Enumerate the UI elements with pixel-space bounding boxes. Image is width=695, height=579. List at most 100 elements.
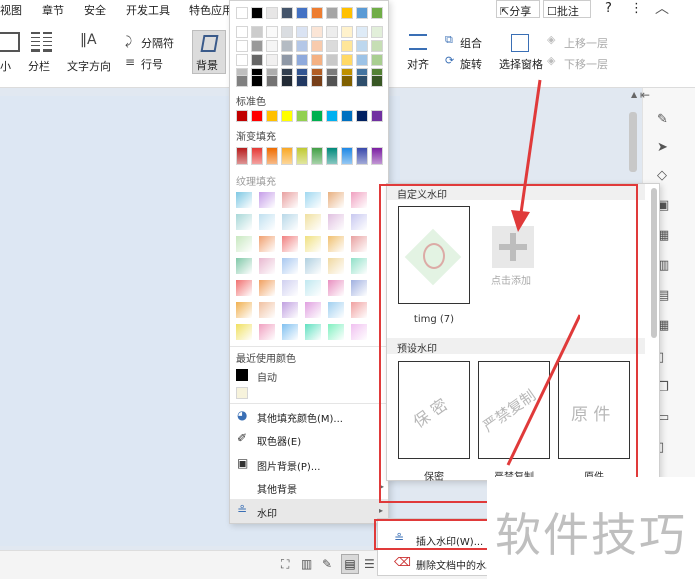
standard-color-swatch[interactable] <box>326 110 338 122</box>
vertical-scrollbar[interactable] <box>629 112 637 172</box>
page-view-icon[interactable]: ▤ <box>341 554 359 574</box>
gradient-preset-swatch[interactable] <box>328 324 344 340</box>
theme-color-swatch[interactable] <box>266 40 278 52</box>
gradient-preset-swatch[interactable] <box>305 192 321 208</box>
standard-color-swatch[interactable] <box>266 110 278 122</box>
shapes-icon[interactable]: ◇ <box>657 168 667 183</box>
gradient-preset-swatch[interactable] <box>259 324 275 340</box>
standard-color-swatch[interactable] <box>356 110 368 122</box>
gradient-preset-swatch[interactable] <box>282 324 298 340</box>
comment-button[interactable]: ☐批注 <box>543 0 591 18</box>
gradient-preset-swatch[interactable] <box>328 214 344 230</box>
group-button[interactable]: 组合 <box>460 35 482 51</box>
theme-color-swatch[interactable] <box>356 26 368 38</box>
gradient-preset-swatch[interactable] <box>328 258 344 274</box>
theme-color-swatch[interactable] <box>356 7 368 19</box>
theme-color-swatch[interactable] <box>281 54 293 66</box>
theme-color-swatch[interactable] <box>311 75 323 87</box>
collapse-panel-icon[interactable]: ⇤ <box>640 88 650 102</box>
read-mode-icon[interactable]: ▥ <box>301 557 312 571</box>
gradient-preset-swatch[interactable] <box>282 214 298 230</box>
theme-color-swatch[interactable] <box>251 75 263 87</box>
theme-color-swatch[interactable] <box>296 7 308 19</box>
gradient-fill-swatch[interactable] <box>236 147 248 165</box>
theme-color-swatch[interactable] <box>326 40 338 52</box>
recent-color-cream[interactable] <box>236 387 248 399</box>
theme-color-swatch[interactable] <box>266 75 278 87</box>
theme-color-swatch[interactable] <box>236 75 248 87</box>
size-button[interactable]: 小 <box>0 58 11 74</box>
theme-color-swatch[interactable] <box>341 26 353 38</box>
theme-color-swatch[interactable] <box>281 40 293 52</box>
gradient-preset-swatch[interactable] <box>236 324 252 340</box>
gradient-preset-swatch[interactable] <box>328 236 344 252</box>
theme-color-swatch[interactable] <box>296 75 308 87</box>
gradient-preset-swatch[interactable] <box>259 192 275 208</box>
gradient-fill-swatch[interactable] <box>281 147 293 165</box>
gradient-preset-swatch[interactable] <box>259 280 275 296</box>
collapse-chevron-icon[interactable]: ︿ <box>655 0 669 18</box>
gradient-preset-swatch[interactable] <box>351 324 367 340</box>
theme-color-swatch[interactable] <box>281 7 293 19</box>
gradient-preset-swatch[interactable] <box>351 214 367 230</box>
gradient-preset-swatch[interactable] <box>259 236 275 252</box>
gradient-fill-swatch[interactable] <box>251 147 263 165</box>
more-button[interactable]: ⋮ <box>630 1 643 16</box>
gradient-preset-swatch[interactable] <box>305 324 321 340</box>
theme-color-swatch[interactable] <box>281 75 293 87</box>
theme-color-swatch[interactable] <box>251 40 263 52</box>
theme-color-swatch[interactable] <box>356 54 368 66</box>
gradient-preset-swatch[interactable] <box>282 258 298 274</box>
scroll-up-icon[interactable]: ▲ <box>631 90 637 99</box>
theme-color-swatch[interactable] <box>341 7 353 19</box>
more-fill-colors-item[interactable]: 其他填充颜色(M)... <box>257 410 343 425</box>
gradient-preset-swatch[interactable] <box>236 302 252 318</box>
gradient-preset-swatch[interactable] <box>236 192 252 208</box>
tab-security[interactable]: 安全 <box>84 2 106 18</box>
fullscreen-icon[interactable]: ⛶ <box>281 557 289 572</box>
share-button[interactable]: ⇱分享 <box>496 0 540 18</box>
gradient-preset-swatch[interactable] <box>305 214 321 230</box>
gradient-fill-swatch[interactable] <box>326 147 338 165</box>
theme-color-swatch[interactable] <box>296 54 308 66</box>
theme-color-swatch[interactable] <box>341 75 353 87</box>
gradient-preset-swatch[interactable] <box>351 192 367 208</box>
recent-color-black[interactable] <box>236 369 248 381</box>
bring-forward-button[interactable]: 上移一层 <box>564 35 608 51</box>
theme-color-swatch[interactable] <box>236 54 248 66</box>
other-background-item[interactable]: 其他背景 <box>257 481 297 496</box>
gradient-preset-swatch[interactable] <box>282 302 298 318</box>
theme-color-swatch[interactable] <box>236 40 248 52</box>
gradient-fill-swatch[interactable] <box>356 147 368 165</box>
gradient-fill-swatch[interactable] <box>296 147 308 165</box>
theme-color-swatch[interactable] <box>341 54 353 66</box>
theme-color-swatch[interactable] <box>326 75 338 87</box>
delete-watermark-item[interactable]: 删除文档中的水印 <box>416 557 496 572</box>
theme-color-swatch[interactable] <box>371 7 383 19</box>
gradient-preset-swatch[interactable] <box>328 192 344 208</box>
gradient-preset-swatch[interactable] <box>259 258 275 274</box>
theme-color-swatch[interactable] <box>371 40 383 52</box>
theme-color-swatch[interactable] <box>356 40 368 52</box>
gradient-preset-swatch[interactable] <box>282 236 298 252</box>
standard-color-swatch[interactable] <box>296 110 308 122</box>
gradient-preset-swatch[interactable] <box>351 258 367 274</box>
watermark-panel-scrollbar[interactable] <box>651 188 657 338</box>
gradient-preset-swatch[interactable] <box>305 258 321 274</box>
line-number-button[interactable]: 行号 <box>141 56 163 72</box>
gradient-fill-swatch[interactable] <box>311 147 323 165</box>
color-picker-item[interactable]: 取色器(E) <box>257 433 301 448</box>
columns-button[interactable]: 分栏 <box>28 58 50 74</box>
theme-color-swatch[interactable] <box>266 26 278 38</box>
standard-color-swatch[interactable] <box>236 110 248 122</box>
theme-color-swatch[interactable] <box>311 26 323 38</box>
theme-color-swatch[interactable] <box>236 7 248 19</box>
cursor-icon[interactable]: ➤ <box>657 140 668 155</box>
gradient-preset-swatch[interactable] <box>351 280 367 296</box>
auto-color-option[interactable]: 自动 <box>257 369 277 384</box>
tab-section[interactable]: 章节 <box>42 2 64 18</box>
pen-icon[interactable]: ✎ <box>657 112 668 127</box>
standard-color-swatch[interactable] <box>311 110 323 122</box>
gradient-preset-swatch[interactable] <box>259 214 275 230</box>
picture-background-item[interactable]: 图片背景(P)... <box>257 458 320 473</box>
